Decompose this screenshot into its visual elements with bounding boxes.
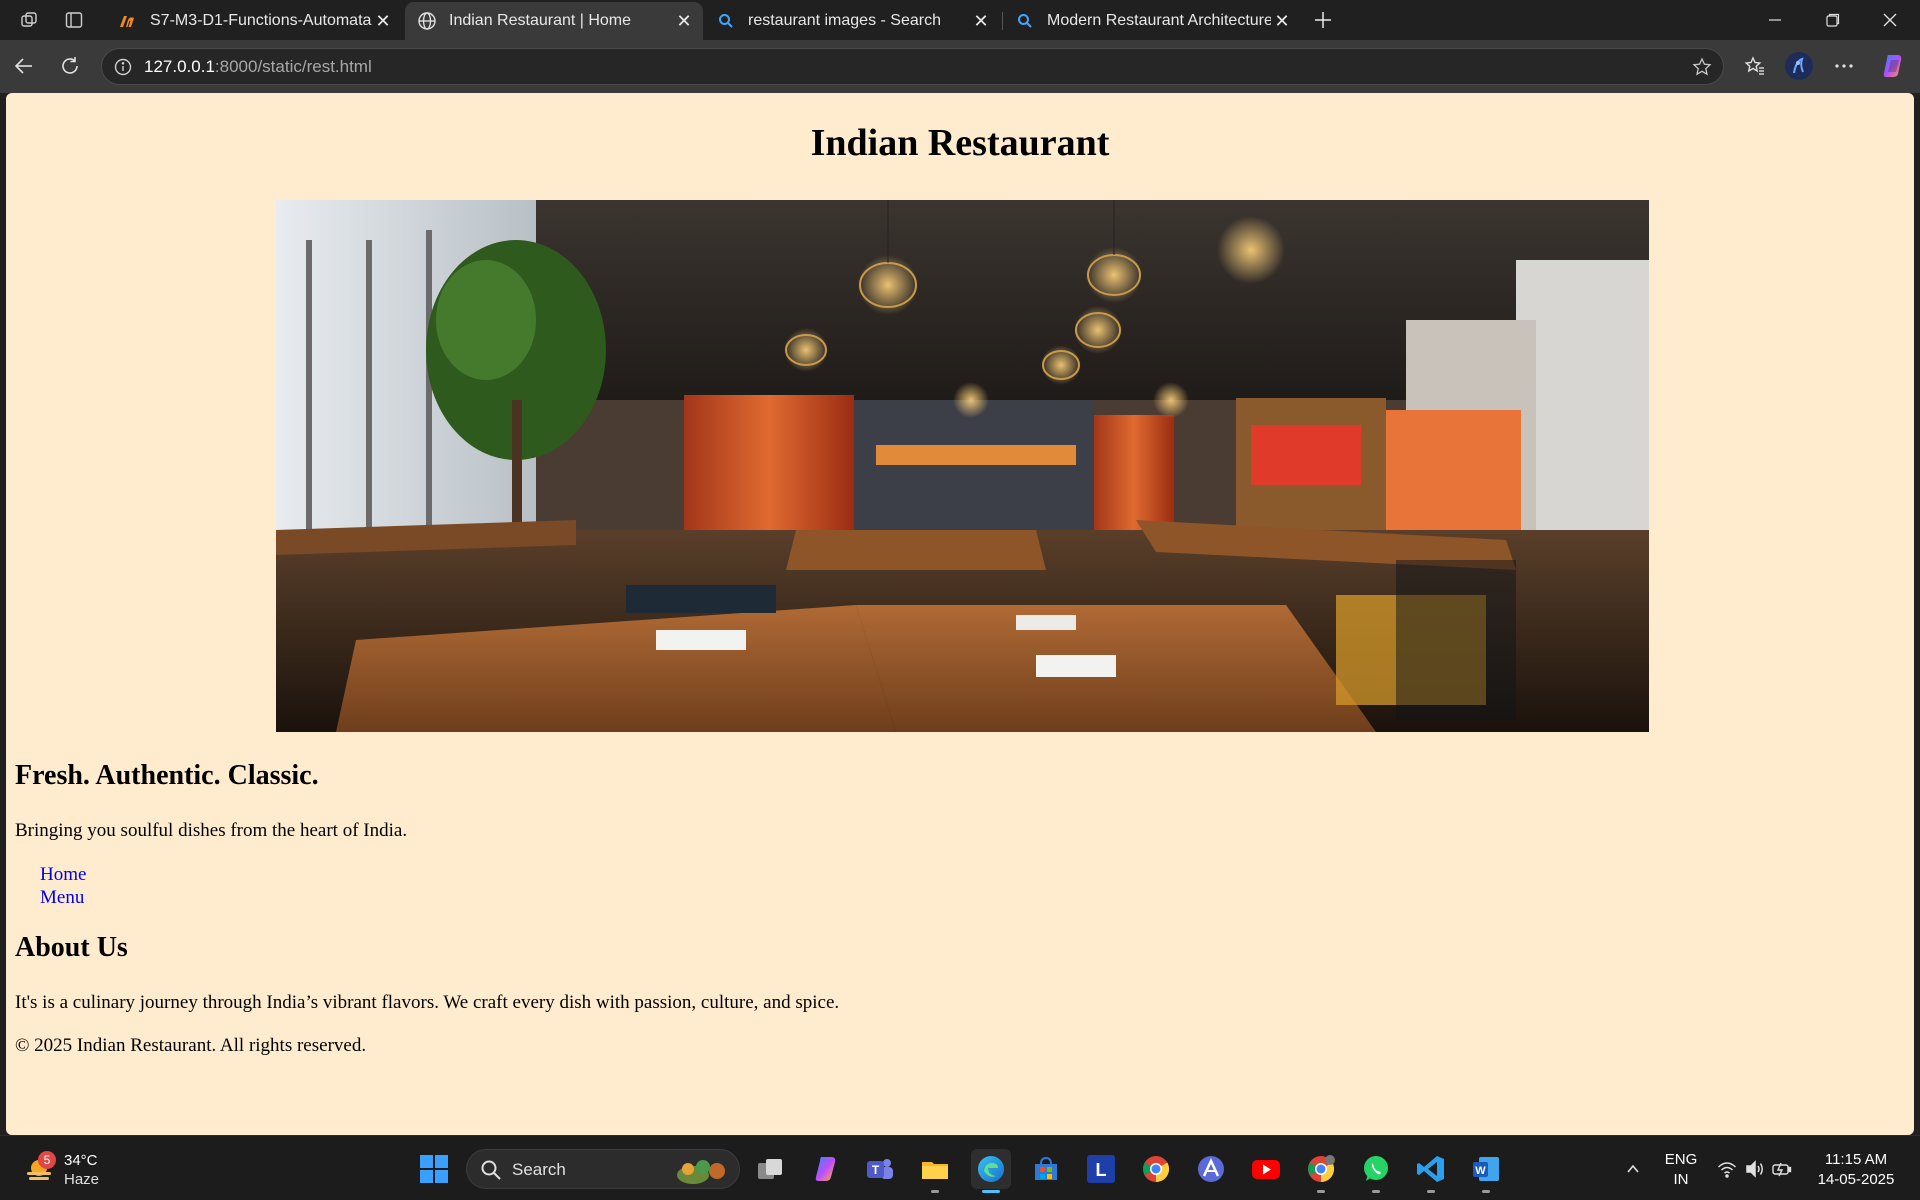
youtube-icon[interactable] (1246, 1149, 1286, 1189)
profile-avatar-icon[interactable] (1783, 50, 1815, 82)
chrome-profile-icon[interactable] (1301, 1149, 1341, 1193)
active-indicator (982, 1190, 1000, 1193)
about-heading: About Us (15, 932, 128, 963)
tab-strip: S7-M3-D1-Functions-Automata F ✕ Indian R… (0, 0, 1920, 40)
taskbar: 5 34°C Haze Search T L W ENG IN 11:15 AM… (0, 1135, 1920, 1200)
close-tab-icon[interactable]: ✕ (970, 10, 992, 32)
start-button[interactable] (414, 1149, 454, 1189)
running-indicator (931, 1190, 939, 1193)
edge-icon[interactable] (971, 1149, 1011, 1193)
site-nav: Home Menu (40, 863, 86, 909)
close-tab-icon[interactable]: ✕ (1271, 10, 1293, 32)
vscode-icon[interactable] (1411, 1149, 1451, 1193)
close-window-icon[interactable] (1862, 0, 1918, 40)
copilot-app-icon[interactable] (806, 1149, 846, 1189)
search-highlight-icon (677, 1160, 725, 1184)
weather-badge: 5 (38, 1151, 56, 1169)
tab-title: Modern Restaurant Architecture - (1047, 12, 1271, 29)
battery-icon[interactable] (1772, 1158, 1794, 1180)
tab-title: Indian Restaurant | Home (449, 12, 632, 29)
language-code: ENG (1664, 1151, 1698, 1168)
nav-item-menu: Menu (40, 886, 86, 909)
tab-functions-automata[interactable]: S7-M3-D1-Functions-Automata F ✕ (106, 2, 402, 40)
whatsapp-icon[interactable] (1356, 1149, 1396, 1193)
nav-link-home[interactable]: Home (40, 864, 86, 885)
running-indicator (1372, 1190, 1380, 1193)
workspaces-icon[interactable] (17, 8, 43, 32)
tab-restaurant-images[interactable]: restaurant images - Search ✕ (704, 2, 1000, 40)
volume-icon[interactable] (1744, 1158, 1766, 1180)
language-indicator[interactable]: ENG IN (1660, 1150, 1702, 1190)
globe-icon (417, 11, 437, 31)
search-icon (481, 1160, 501, 1180)
site-info-icon[interactable] (112, 56, 134, 78)
page-viewport: Indian Restaurant Fresh. Authentic. Clas… (6, 93, 1914, 1135)
running-indicator (1482, 1190, 1490, 1193)
running-indicator (1317, 1190, 1325, 1193)
vertical-tabs-icon[interactable] (61, 8, 87, 32)
copilot-icon[interactable] (1877, 50, 1909, 82)
show-hidden-icons-icon[interactable] (1622, 1158, 1644, 1180)
svg-text:T: T (872, 1163, 880, 1177)
more-options-icon[interactable] (1828, 50, 1860, 82)
url-path: :8000/static/rest.html (214, 57, 372, 76)
clock-time: 11:15 AM (1824, 1151, 1888, 1168)
reload-icon[interactable] (54, 50, 86, 82)
nav-link-menu[interactable]: Menu (40, 887, 84, 908)
tab-title: S7-M3-D1-Functions-Automata F (150, 12, 372, 29)
task-view-icon[interactable] (750, 1149, 790, 1189)
minimize-icon[interactable] (1747, 0, 1803, 40)
close-tab-icon[interactable]: ✕ (673, 10, 695, 32)
teams-icon[interactable]: T (860, 1149, 900, 1189)
tab-modern-restaurant-architecture[interactable]: Modern Restaurant Architecture - ✕ (1003, 2, 1301, 40)
footer-text: © 2025 Indian Restaurant. All rights res… (15, 1035, 367, 1056)
weather-temperature: 34°C (64, 1152, 98, 1169)
address-bar[interactable]: 127.0.0.1:8000/static/rest.html (101, 48, 1724, 85)
svg-text:W: W (1475, 1165, 1486, 1177)
restore-icon[interactable] (1805, 0, 1861, 40)
favorite-star-icon[interactable] (1691, 56, 1713, 78)
search-label: Search (512, 1160, 566, 1179)
wifi-icon[interactable] (1716, 1158, 1738, 1180)
intro-text: Bringing you soulful dishes from the hea… (15, 820, 408, 841)
chrome-icon[interactable] (1136, 1149, 1176, 1189)
region-code: IN (1673, 1171, 1689, 1188)
nav-item-home: Home (40, 863, 86, 886)
browser-toolbar: 127.0.0.1:8000/static/rest.html (0, 40, 1920, 93)
clock-date: 14-05-2025 (1817, 1171, 1895, 1188)
l-app-icon[interactable]: L (1081, 1149, 1121, 1189)
file-explorer-icon[interactable] (915, 1149, 955, 1193)
microsoft-store-icon[interactable] (1026, 1149, 1066, 1189)
svg-text:L: L (1096, 1160, 1107, 1180)
tagline-heading: Fresh. Authentic. Classic. (15, 760, 319, 791)
weather-condition: Haze (64, 1171, 100, 1188)
url-host: 127.0.0.1 (144, 57, 215, 76)
about-text: It's is a culinary journey through India… (15, 992, 840, 1013)
taskbar-search[interactable]: Search (466, 1149, 740, 1189)
tab-title: restaurant images - Search (748, 12, 941, 29)
clock[interactable]: 11:15 AM 14-05-2025 (1806, 1150, 1906, 1190)
close-tab-icon[interactable]: ✕ (372, 10, 394, 32)
new-tab-icon[interactable] (1310, 8, 1336, 32)
page-title: Indian Restaurant (810, 122, 1110, 164)
weather-widget[interactable]: 5 34°C Haze (20, 1149, 110, 1189)
windows-logo-icon (420, 1155, 448, 1183)
search-icon (1015, 11, 1035, 31)
hero-image (276, 200, 1649, 732)
running-indicator (1427, 1190, 1435, 1193)
word-icon[interactable]: W (1466, 1149, 1506, 1193)
tab-indian-restaurant[interactable]: Indian Restaurant | Home ✕ (405, 2, 703, 40)
back-icon[interactable] (8, 50, 40, 82)
n-logo-icon (118, 11, 138, 31)
arc-app-icon[interactable] (1191, 1149, 1231, 1189)
search-icon (716, 11, 736, 31)
url-text[interactable]: 127.0.0.1:8000/static/rest.html (144, 57, 372, 77)
favorites-icon[interactable] (1739, 50, 1771, 82)
